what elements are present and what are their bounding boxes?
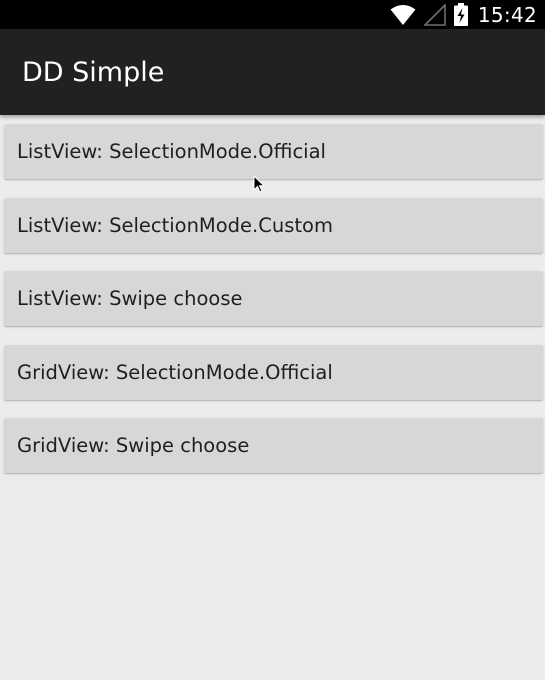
wifi-icon (390, 4, 416, 26)
gridview-swipe-choose-button[interactable]: GridView: Swipe choose (4, 418, 543, 473)
cell-signal-icon (423, 3, 446, 26)
button-label: ListView: SelectionMode.Custom (17, 213, 333, 237)
listview-selectionmode-custom-button[interactable]: ListView: SelectionMode.Custom (4, 197, 543, 253)
listview-swipe-choose-button[interactable]: ListView: Swipe choose (4, 271, 543, 326)
status-icons: 15:42 (390, 0, 537, 29)
button-label: GridView: SelectionMode.Official (17, 360, 333, 384)
button-label: ListView: Swipe choose (17, 287, 243, 310)
mouse-cursor-icon (253, 174, 266, 198)
gridview-selectionmode-official-button[interactable]: GridView: SelectionMode.Official (4, 344, 543, 400)
battery-charging-icon (453, 3, 468, 26)
app-bar: DD Simple (0, 29, 545, 115)
status-bar: 15:42 (0, 0, 545, 29)
listview-selectionmode-official-button[interactable]: ListView: SelectionMode.Official (4, 124, 543, 179)
button-label: GridView: Swipe choose (17, 434, 250, 457)
status-time: 15:42 (477, 2, 537, 27)
button-label: ListView: SelectionMode.Official (17, 140, 326, 163)
menu-list: ListView: SelectionMode.Official ListVie… (4, 124, 543, 492)
app-title: DD Simple (22, 57, 165, 88)
